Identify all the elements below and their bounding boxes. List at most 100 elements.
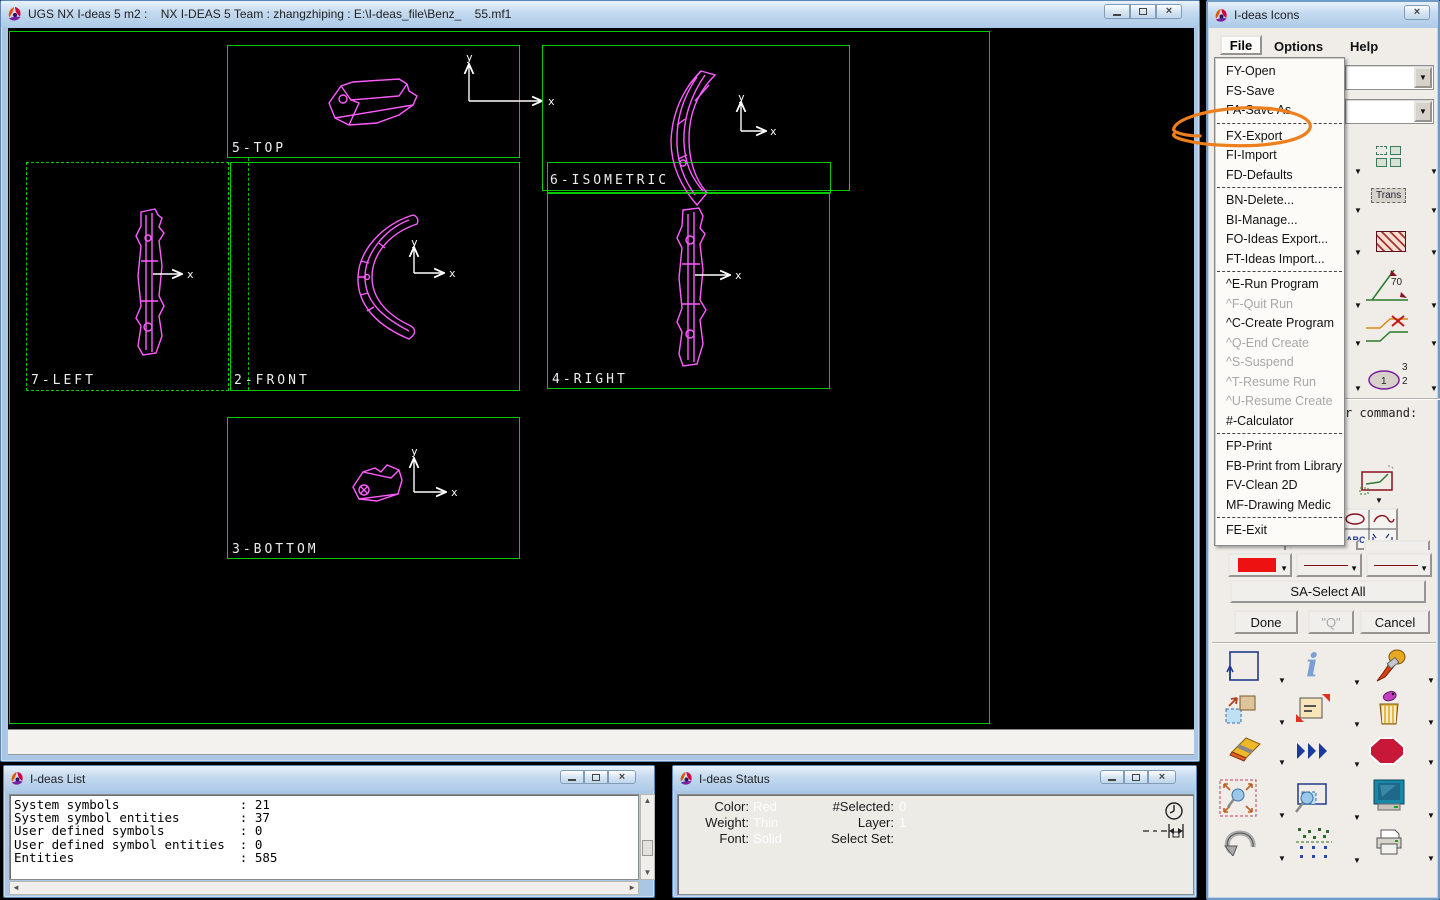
maximize-button[interactable]	[584, 770, 608, 784]
list-content[interactable]: System symbols : 21 System symbol entiti…	[9, 794, 639, 880]
dropdown-icon[interactable]: ▼	[1427, 812, 1435, 820]
dropdown-icon[interactable]: ▼	[1427, 677, 1435, 685]
vertical-scrollbar[interactable]: ▲ ▼	[640, 794, 655, 880]
dropdown-icon[interactable]: ▼	[1430, 385, 1438, 393]
appearance-brush-icon-button[interactable]	[1371, 647, 1411, 685]
menu-file[interactable]: File	[1220, 35, 1262, 55]
dropdown-icon[interactable]: ▼	[1427, 855, 1435, 863]
dropdown-icon[interactable]: ▼	[1427, 759, 1435, 767]
sketch-in-place-icon-button[interactable]	[1354, 462, 1398, 498]
menu-item-f-quit-run[interactable]: ^F-Quit Run	[1215, 295, 1344, 315]
dropdown-icon[interactable]: ▼	[1278, 759, 1286, 767]
hatch-icon-button[interactable]	[1376, 231, 1406, 252]
dropdown-icon[interactable]: ▼	[1354, 249, 1362, 257]
list-titlebar[interactable]: I-deas List	[4, 766, 654, 791]
fast-forward-icon-button[interactable]	[1295, 741, 1331, 761]
menu-item-t-resume-run[interactable]: ^T-Resume Run	[1215, 373, 1344, 393]
select-region-icon-button[interactable]	[1222, 648, 1262, 686]
menu-item-fd-defaults[interactable]: FD-Defaults	[1215, 166, 1344, 186]
dropdown-icon[interactable]: ▼	[1430, 168, 1438, 176]
screen-display-icon-button[interactable]	[1372, 778, 1406, 816]
icon-group-combo-1[interactable]: ▼	[1345, 65, 1434, 90]
dropdown-icon[interactable]: ▼	[1353, 721, 1361, 729]
menu-options[interactable]: Options	[1274, 39, 1323, 54]
menu-item-fy-open[interactable]: FY-Open	[1215, 62, 1344, 82]
menu-item-calculator[interactable]: #-Calculator	[1215, 412, 1344, 432]
q-button[interactable]: "Q"	[1308, 610, 1354, 634]
move-copy-icon-button[interactable]	[1223, 692, 1261, 726]
dropdown-icon[interactable]: ▼	[1354, 302, 1362, 310]
dropdown-icon[interactable]: ▼	[1353, 761, 1361, 769]
menu-item-fb-print-from-library[interactable]: FB-Print from Library	[1215, 457, 1344, 477]
dropdown-icon[interactable]: ▼	[1278, 719, 1286, 727]
line-style-dropdown[interactable]: ▼	[1366, 553, 1432, 577]
done-button[interactable]: Done	[1234, 610, 1298, 634]
menu-item-fo-ideas-export[interactable]: FO-Ideas Export...	[1215, 230, 1344, 250]
menu-item-e-run-program[interactable]: ^E-Run Program	[1215, 275, 1344, 295]
dropdown-icon[interactable]: ▼	[1353, 857, 1361, 865]
dropdown-icon[interactable]: ▼	[1353, 814, 1361, 822]
dropdown-icon[interactable]: ▼	[1430, 340, 1438, 348]
maximize-button[interactable]	[1130, 4, 1156, 19]
dropdown-icon[interactable]: ▼	[1354, 385, 1362, 393]
minimize-button[interactable]	[1104, 4, 1130, 19]
menu-item-fv-clean-2d[interactable]: FV-Clean 2D	[1215, 476, 1344, 496]
dropdown-icon[interactable]: ▼	[1354, 340, 1362, 348]
menu-item-bi-manage[interactable]: BI-Manage...	[1215, 211, 1344, 231]
close-button[interactable]: ×	[1156, 4, 1182, 19]
manage-bins-icon-button[interactable]	[1292, 690, 1332, 728]
dropdown-icon[interactable]: ▼	[1430, 249, 1438, 257]
menu-item-fa-save-as[interactable]: FA-Save As	[1215, 101, 1344, 121]
print-icon-button[interactable]	[1373, 828, 1405, 858]
dropdown-icon[interactable]: ▼	[1354, 207, 1362, 215]
zoom-all-icon-button[interactable]	[1218, 778, 1258, 818]
icon-group-combo-2[interactable]: ▼	[1345, 99, 1434, 124]
delete-eraser-icon-button[interactable]	[1222, 734, 1262, 762]
scroll-down-icon[interactable]: ▼	[642, 867, 654, 879]
info-icon-button[interactable]: i	[1306, 646, 1318, 684]
menu-help[interactable]: Help	[1350, 39, 1378, 54]
dropdown-icon[interactable]: ▼	[1278, 855, 1286, 863]
trim-lines-icon-button[interactable]	[1364, 314, 1410, 344]
hidden-button-sliver[interactable]	[1364, 540, 1430, 550]
dropdown-icon[interactable]: ▼	[1354, 168, 1362, 176]
menu-item-c-create-program[interactable]: ^C-Create Program	[1215, 314, 1344, 334]
select-all-button[interactable]: SA-Select All	[1230, 580, 1426, 603]
angle-dimension-icon-button[interactable]: 70	[1364, 268, 1410, 304]
undo-icon-button[interactable]	[1221, 828, 1259, 856]
point-grid-icon-button[interactable]	[1296, 826, 1332, 860]
dropdown-icon[interactable]: ▼	[1430, 207, 1438, 215]
library-icon-button[interactable]	[1376, 690, 1402, 726]
menu-item-ft-ideas-import[interactable]: FT-Ideas Import...	[1215, 250, 1344, 270]
menu-item-s-suspend[interactable]: ^S-Suspend	[1215, 353, 1344, 373]
dropdown-icon[interactable]: ▼	[1278, 812, 1286, 820]
menu-item-fe-exit[interactable]: FE-Exit	[1215, 521, 1344, 541]
translucency-icon-button[interactable]: Trans	[1371, 188, 1407, 203]
close-button[interactable]: ×	[608, 770, 636, 784]
dropdown-icon[interactable]: ▼	[1353, 679, 1361, 687]
menu-item-fi-import[interactable]: FI-Import	[1215, 146, 1344, 166]
chevron-down-icon[interactable]: ▼	[1414, 67, 1432, 88]
menu-item-bn-delete[interactable]: BN-Delete...	[1215, 191, 1344, 211]
color-swatch-dropdown[interactable]: ▼	[1228, 553, 1292, 577]
layers-icon-button[interactable]	[1368, 142, 1408, 170]
icons-panel-close-button[interactable]: ×	[1404, 5, 1430, 20]
dropdown-icon[interactable]: ▼	[1430, 302, 1438, 310]
stop-icon-button[interactable]	[1368, 736, 1406, 766]
minimize-button[interactable]	[1100, 770, 1124, 784]
minimize-button[interactable]	[560, 770, 584, 784]
menu-item-u-resume-create[interactable]: ^U-Resume Create	[1215, 392, 1344, 412]
main-titlebar[interactable]: UGS NX I-deas 5 m2 : NX I-DEAS 5 Team : …	[1, 1, 1199, 27]
line-weight-dropdown[interactable]: ▼	[1296, 553, 1362, 577]
menu-item-q-end-create[interactable]: ^Q-End Create	[1215, 334, 1344, 354]
zoom-window-icon-button[interactable]	[1292, 780, 1328, 816]
menu-item-fx-export[interactable]: FX-Export	[1215, 127, 1344, 147]
dropdown-icon[interactable]: ▼	[1375, 497, 1383, 505]
close-button[interactable]: ×	[1148, 770, 1176, 784]
menu-item-fp-print[interactable]: FP-Print	[1215, 437, 1344, 457]
sequence-numbers-icon-button[interactable]: 1 3 2	[1366, 360, 1412, 392]
chevron-down-icon[interactable]: ▼	[1414, 101, 1432, 122]
menu-item-fs-save[interactable]: FS-Save	[1215, 82, 1344, 102]
dropdown-icon[interactable]: ▼	[1427, 719, 1435, 727]
scroll-left-icon[interactable]: ◄	[10, 882, 22, 894]
